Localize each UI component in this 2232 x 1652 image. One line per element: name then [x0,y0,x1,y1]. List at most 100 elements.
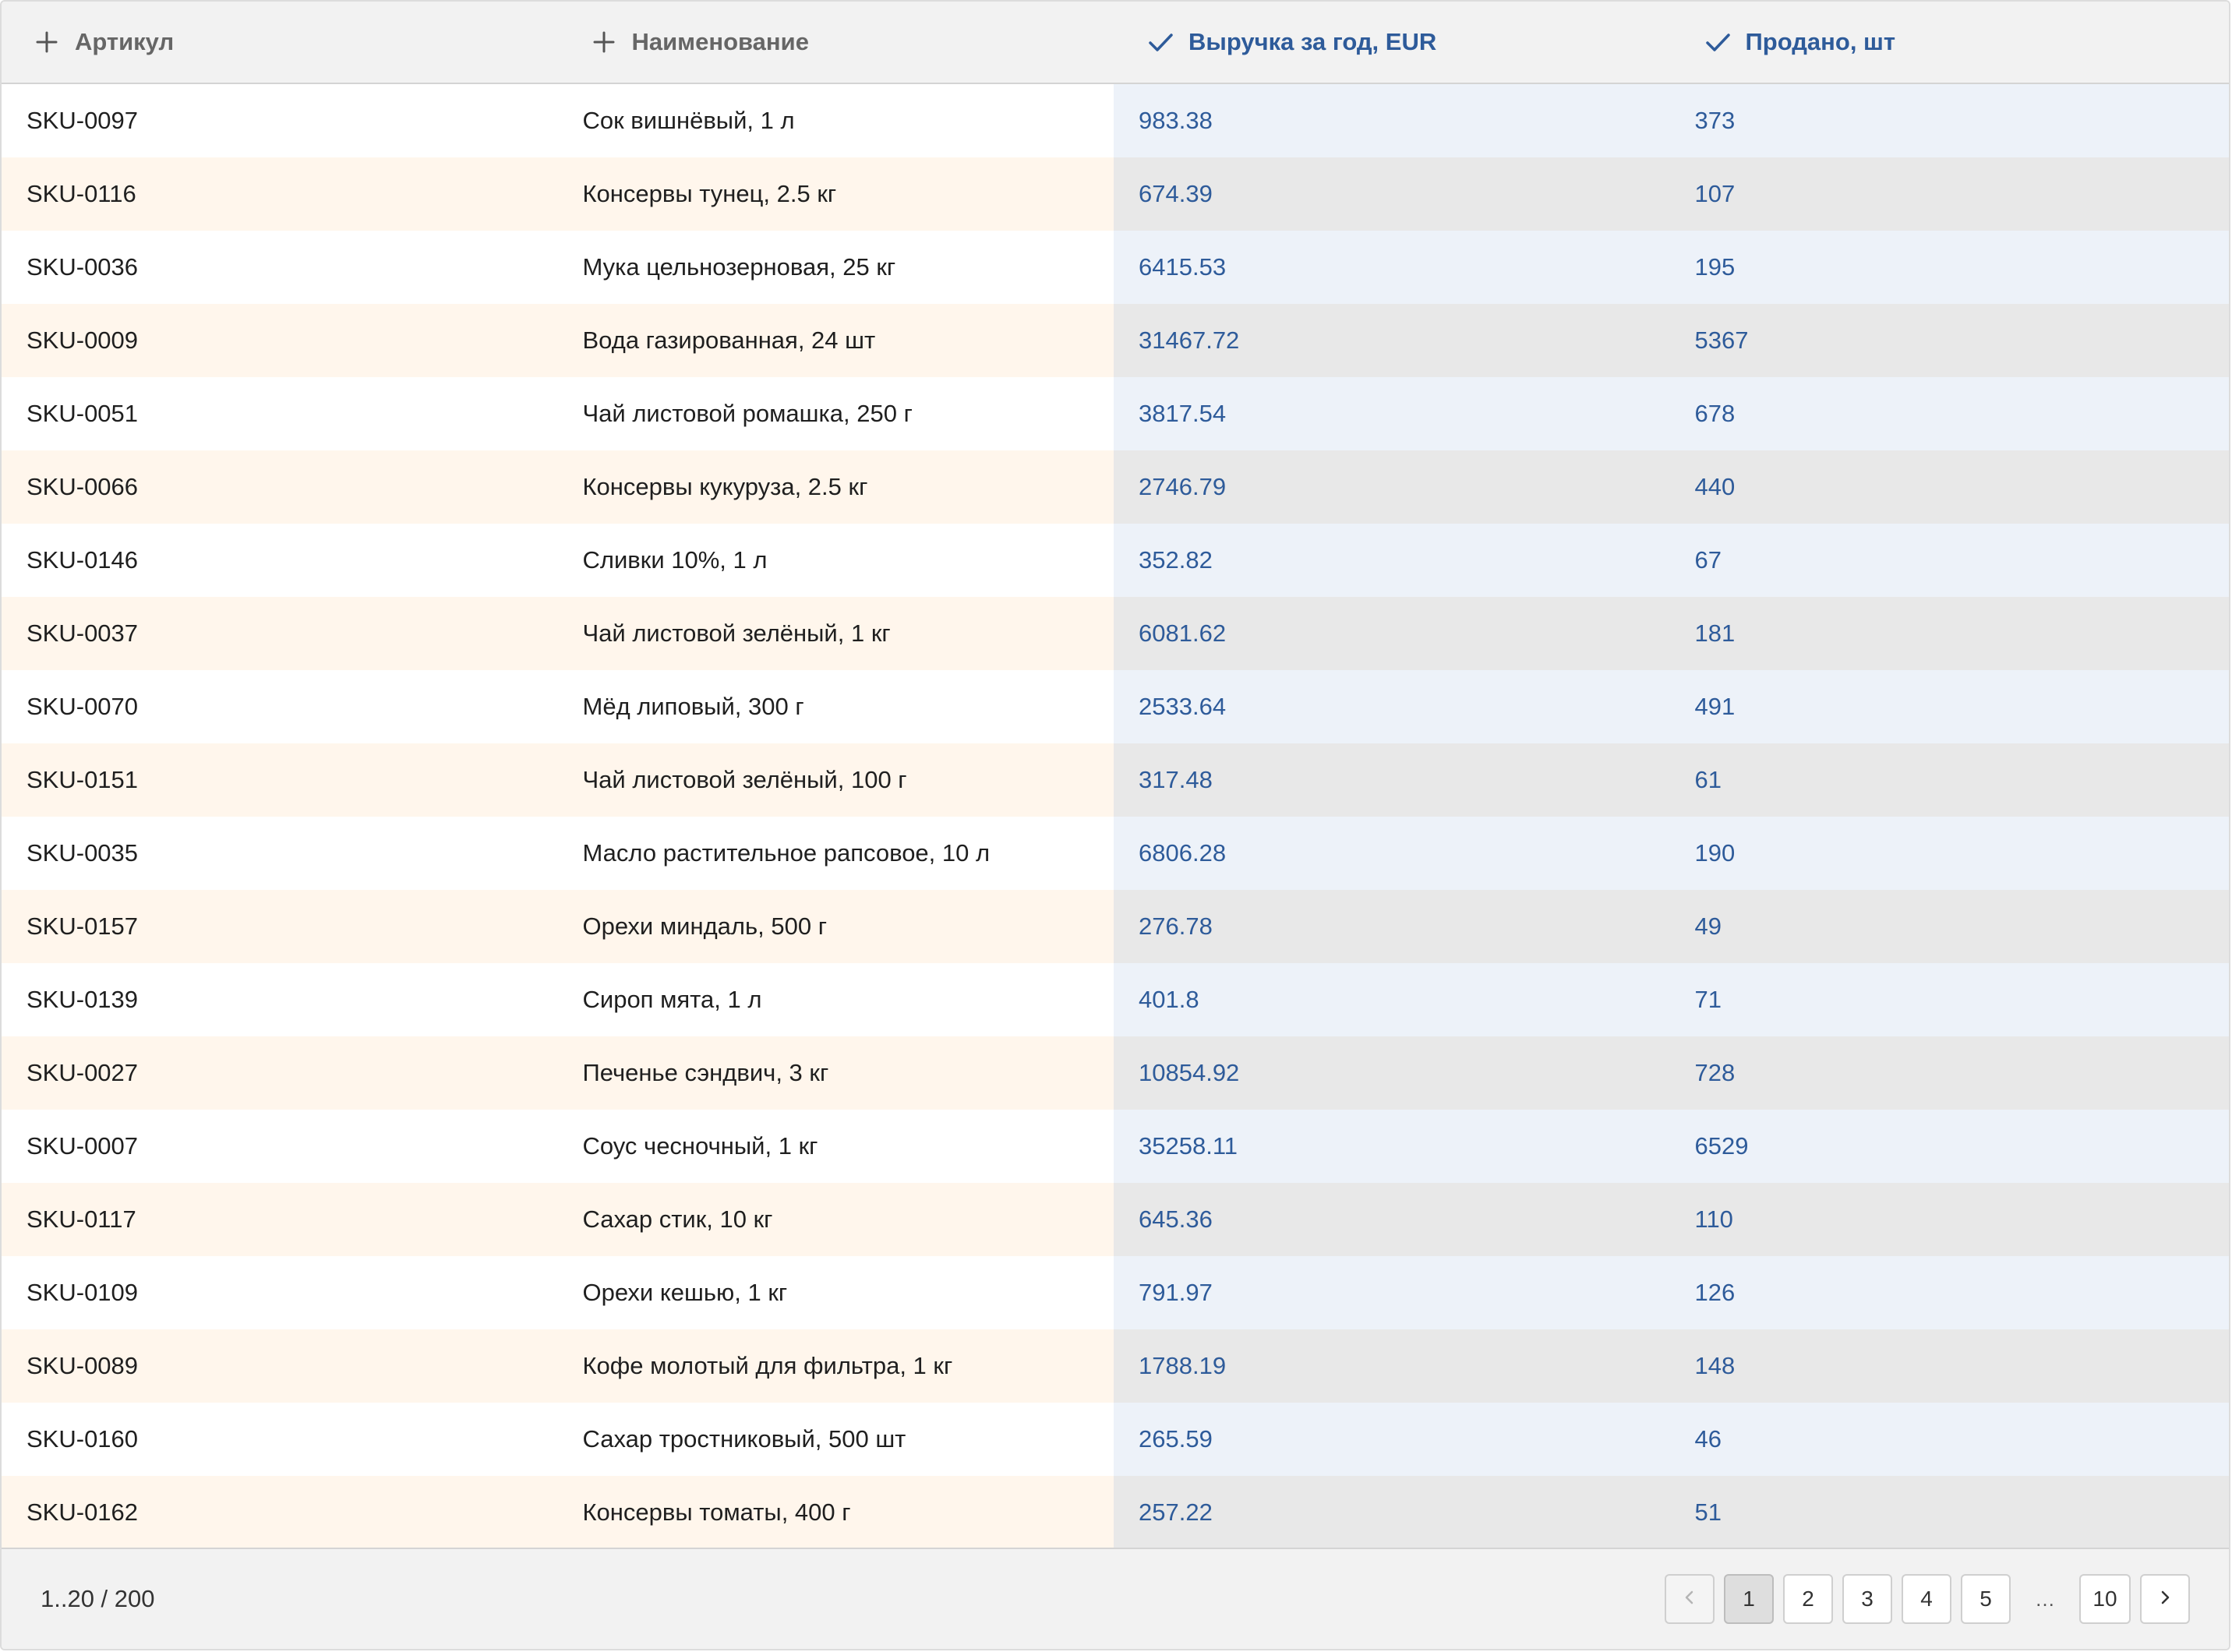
table-row[interactable]: SKU-0160 Сахар тростниковый, 500 шт 265.59… [2,1403,2229,1476]
check-icon[interactable] [1145,26,1176,58]
cell-sold[interactable]: 491 [1669,670,2229,743]
cell-sku[interactable]: SKU-0116 [2,157,558,231]
cell-name[interactable]: Мука цельнозерновая, 25 кг [557,231,1114,304]
cell-sku[interactable]: SKU-0146 [2,524,558,597]
cell-sku[interactable]: SKU-0160 [2,1403,558,1476]
cell-sold[interactable]: 148 [1669,1329,2229,1403]
page-button-4[interactable]: 4 [1902,1574,1951,1624]
cell-sold[interactable]: 126 [1669,1256,2229,1329]
table-row[interactable]: SKU-0009 Вода газированная, 24 шт 31467.72… [2,304,2229,377]
cell-name[interactable]: Сахар стик, 10 кг [557,1183,1114,1256]
cell-sku[interactable]: SKU-0089 [2,1329,558,1403]
page-button-3[interactable]: 3 [1842,1574,1892,1624]
table-row[interactable]: SKU-0027 Печенье сэндвич, 3 кг 10854.92 728 [2,1036,2229,1110]
table-row[interactable]: SKU-0070 Мёд липовый, 300 г 2533.64 491 [2,670,2229,743]
cell-name[interactable]: Вода газированная, 24 шт [557,304,1114,377]
page-button-last[interactable]: 10 [2079,1574,2131,1624]
cell-name[interactable]: Мёд липовый, 300 г [557,670,1114,743]
cell-sold[interactable]: 440 [1669,450,2229,524]
cell-sold[interactable]: 6529 [1669,1110,2229,1183]
cell-sold[interactable]: 678 [1669,377,2229,450]
cell-sku[interactable]: SKU-0035 [2,817,558,890]
cell-revenue[interactable]: 276.78 [1114,890,1670,963]
cell-name[interactable]: Сироп мята, 1 л [557,963,1114,1036]
cell-revenue[interactable]: 3817.54 [1114,377,1670,450]
column-header-revenue[interactable]: Выручка за год, EUR [1115,2,1672,83]
table-row[interactable]: SKU-0116 Консервы тунец, 2.5 кг 674.39 107 [2,157,2229,231]
cell-revenue[interactable]: 1788.19 [1114,1329,1670,1403]
cell-sold[interactable]: 107 [1669,157,2229,231]
cell-sold[interactable]: 5367 [1669,304,2229,377]
cell-name[interactable]: Сок вишнёвый, 1 л [557,84,1114,157]
table-row[interactable]: SKU-0162 Консервы томаты, 400 г 257.22 51 [2,1476,2229,1549]
cell-sold[interactable]: 195 [1669,231,2229,304]
cell-name[interactable]: Чай листовой зелёный, 100 г [557,743,1114,817]
cell-name[interactable]: Сахар тростниковый, 500 шт [557,1403,1114,1476]
cell-sku[interactable]: SKU-0109 [2,1256,558,1329]
cell-sold[interactable]: 110 [1669,1183,2229,1256]
cell-revenue[interactable]: 317.48 [1114,743,1670,817]
cell-revenue[interactable]: 265.59 [1114,1403,1670,1476]
table-row[interactable]: SKU-0007 Соус чесночный, 1 кг 35258.11 6529 [2,1110,2229,1183]
prev-page-button[interactable] [1665,1574,1715,1624]
cell-revenue[interactable]: 2746.79 [1114,450,1670,524]
table-row[interactable]: SKU-0035 Масло растительное рапсовое, 10 … [2,817,2229,890]
table-row[interactable]: SKU-0117 Сахар стик, 10 кг 645.36 110 [2,1183,2229,1256]
plus-icon[interactable] [588,26,620,58]
cell-sku[interactable]: SKU-0139 [2,963,558,1036]
cell-sold[interactable]: 728 [1669,1036,2229,1110]
table-row[interactable]: SKU-0066 Консервы кукуруза, 2.5 кг 2746.79… [2,450,2229,524]
table-row[interactable]: SKU-0151 Чай листовой зелёный, 100 г 317.4… [2,743,2229,817]
table-row[interactable]: SKU-0139 Сироп мята, 1 л 401.8 71 [2,963,2229,1036]
column-header-name[interactable]: Наименование [559,2,1116,83]
cell-sku[interactable]: SKU-0097 [2,84,558,157]
cell-revenue[interactable]: 6415.53 [1114,231,1670,304]
table-row[interactable]: SKU-0089 Кофе молотый для фильтра, 1 кг 17… [2,1329,2229,1403]
cell-sold[interactable]: 67 [1669,524,2229,597]
next-page-button[interactable] [2140,1574,2190,1624]
cell-name[interactable]: Сливки 10%, 1 л [557,524,1114,597]
cell-sku[interactable]: SKU-0117 [2,1183,558,1256]
table-row[interactable]: SKU-0146 Сливки 10%, 1 л 352.82 67 [2,524,2229,597]
cell-sku[interactable]: SKU-0051 [2,377,558,450]
page-button-5[interactable]: 5 [1961,1574,2011,1624]
cell-sku[interactable]: SKU-0162 [2,1476,558,1549]
cell-name[interactable]: Печенье сэндвич, 3 кг [557,1036,1114,1110]
cell-name[interactable]: Соус чесночный, 1 кг [557,1110,1114,1183]
cell-sold[interactable]: 71 [1669,963,2229,1036]
cell-sold[interactable]: 190 [1669,817,2229,890]
cell-sku[interactable]: SKU-0151 [2,743,558,817]
cell-revenue[interactable]: 6081.62 [1114,597,1670,670]
cell-sold[interactable]: 61 [1669,743,2229,817]
cell-sku[interactable]: SKU-0066 [2,450,558,524]
column-header-sku[interactable]: Артикул [2,2,559,83]
cell-name[interactable]: Консервы томаты, 400 г [557,1476,1114,1549]
cell-revenue[interactable]: 2533.64 [1114,670,1670,743]
table-row[interactable]: SKU-0097 Сок вишнёвый, 1 л 983.38 373 [2,84,2229,157]
cell-sku[interactable]: SKU-0027 [2,1036,558,1110]
page-button-2[interactable]: 2 [1783,1574,1833,1624]
table-row[interactable]: SKU-0157 Орехи миндаль, 500 г 276.78 49 [2,890,2229,963]
cell-sku[interactable]: SKU-0157 [2,890,558,963]
plus-icon[interactable] [31,26,62,58]
cell-sold[interactable]: 51 [1669,1476,2229,1549]
cell-sold[interactable]: 49 [1669,890,2229,963]
cell-sku[interactable]: SKU-0009 [2,304,558,377]
cell-revenue[interactable]: 645.36 [1114,1183,1670,1256]
cell-name[interactable]: Орехи миндаль, 500 г [557,890,1114,963]
cell-sku[interactable]: SKU-0007 [2,1110,558,1183]
table-row[interactable]: SKU-0051 Чай листовой ромашка, 250 г 3817.… [2,377,2229,450]
column-header-sold[interactable]: Продано, шт [1672,2,2230,83]
cell-revenue[interactable]: 401.8 [1114,963,1670,1036]
cell-name[interactable]: Консервы тунец, 2.5 кг [557,157,1114,231]
cell-sku[interactable]: SKU-0037 [2,597,558,670]
cell-name[interactable]: Масло растительное рапсовое, 10 л [557,817,1114,890]
cell-name[interactable]: Чай листовой ромашка, 250 г [557,377,1114,450]
cell-revenue[interactable]: 35258.11 [1114,1110,1670,1183]
cell-sku[interactable]: SKU-0070 [2,670,558,743]
cell-revenue[interactable]: 791.97 [1114,1256,1670,1329]
cell-sold[interactable]: 373 [1669,84,2229,157]
cell-name[interactable]: Консервы кукуруза, 2.5 кг [557,450,1114,524]
table-row[interactable]: SKU-0109 Орехи кешью, 1 кг 791.97 126 [2,1256,2229,1329]
page-button-1[interactable]: 1 [1724,1574,1774,1624]
